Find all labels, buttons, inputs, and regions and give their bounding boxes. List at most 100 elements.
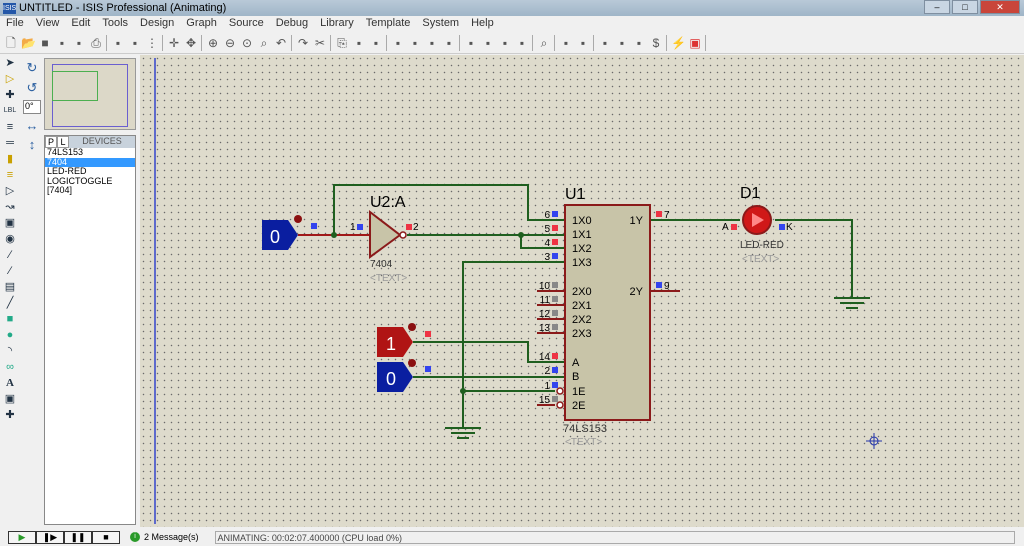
selection-mode-icon[interactable]: ➤ [3, 56, 17, 70]
menu-edit[interactable]: Edit [65, 16, 96, 31]
wire-label-icon[interactable]: LBL [3, 104, 17, 118]
menu-system[interactable]: System [416, 16, 465, 31]
cut-icon[interactable]: ✂ [313, 36, 327, 50]
block-move-icon[interactable]: ▪ [391, 36, 405, 50]
play-button[interactable]: ▶ [8, 530, 36, 544]
symbol-icon[interactable]: ▣ [3, 392, 17, 406]
paste-icon[interactable]: ▪ [352, 36, 366, 50]
box-icon[interactable]: ■ [3, 312, 17, 326]
rotate-clockwise-icon[interactable]: ↻ [27, 60, 38, 76]
menu-graph[interactable]: Graph [180, 16, 223, 31]
voltage-probe-icon[interactable]: ∕ [3, 248, 17, 262]
pan-icon[interactable]: ✥ [184, 36, 198, 50]
mode-toolbar: ➤ ▷ ✚ LBL ≡ ═ ▮ ≡ ▷ ↝ ▣ ◉ ∕ ∕ ▤ ╱ ■ ● ◝ … [0, 56, 20, 444]
view-rectangle[interactable] [52, 71, 98, 101]
toolbar-separator [459, 34, 461, 51]
stop-button[interactable]: ■ [92, 530, 120, 544]
property-tool-icon[interactable]: ▪ [559, 36, 573, 50]
rotation-angle-field[interactable]: 0° [23, 100, 41, 114]
virtual-instrument-icon[interactable]: ▤ [3, 280, 17, 294]
menu-file[interactable]: File [0, 16, 30, 31]
grid-icon[interactable]: ⋮ [145, 36, 159, 50]
device-pin-icon[interactable]: ▷ [3, 184, 17, 198]
pause-button[interactable]: ❚❚ [64, 530, 92, 544]
block-rotate-icon[interactable]: ▪ [408, 36, 422, 50]
marker-icon[interactable]: ✚ [3, 408, 17, 422]
text-icon[interactable]: A [3, 376, 17, 390]
origin-icon[interactable]: ✛ [167, 36, 181, 50]
menu-design[interactable]: Design [134, 16, 180, 31]
package-icon[interactable]: ▪ [481, 36, 495, 50]
search-icon[interactable]: ⌕ [537, 36, 551, 50]
erc-icon[interactable]: ⚡ [671, 36, 686, 50]
toolbar: 🗋 📂 ■ ▪ ▪ ⎙ ▪ ▪ ⋮ ✛ ✥ ⊕ ⊖ ⊙ ⌕ ↶ ↷ ✂ ⎘ ▪ ▪ ▪ ▪ ▪ ▪ ▪ ▪ ▪ ▪ ⌕ ▪ ▪ ▪ ▪ ▪ $ ⚡ ▣ [0, 32, 1024, 54]
refresh-icon[interactable]: ▪ [128, 36, 142, 50]
zoom-in-icon[interactable]: ⊕ [206, 36, 220, 50]
circle-icon[interactable]: ● [3, 328, 17, 342]
block-delete-icon[interactable]: ▪ [425, 36, 439, 50]
subcircuit-icon[interactable]: ▮ [3, 152, 17, 166]
terminal-icon[interactable]: ≡ [3, 168, 17, 182]
minimize-button[interactable]: – [924, 0, 950, 14]
toolbar-separator [593, 34, 595, 51]
redo-icon[interactable]: ↷ [296, 36, 310, 50]
close-button[interactable]: ✕ [980, 0, 1020, 14]
menu-library[interactable]: Library [314, 16, 360, 31]
zoom-area-icon[interactable]: ⌕ [257, 36, 271, 50]
import-icon[interactable]: ▪ [55, 36, 69, 50]
menu-source[interactable]: Source [223, 16, 270, 31]
menu-tools[interactable]: Tools [96, 16, 134, 31]
arc-icon[interactable]: ◝ [3, 344, 17, 358]
new-icon[interactable]: 🗋 [4, 36, 18, 50]
step-button[interactable]: ❚▶ [36, 530, 64, 544]
window-title: UNTITLED - ISIS Professional (Animating) [19, 2, 227, 14]
area-icon[interactable]: ▪ [111, 36, 125, 50]
zoom-all-icon[interactable]: ⊙ [240, 36, 254, 50]
print-icon[interactable]: ⎙ [89, 36, 103, 50]
zoom-out-icon[interactable]: ⊖ [223, 36, 237, 50]
graph-icon[interactable]: ↝ [3, 200, 17, 214]
copy-icon[interactable]: ⎘ [335, 36, 349, 50]
undo-icon[interactable]: ↶ [274, 36, 288, 50]
design-explorer-icon[interactable]: ▪ [576, 36, 590, 50]
current-probe-icon[interactable]: ∕ [3, 264, 17, 278]
decompose-icon[interactable]: ▪ [498, 36, 512, 50]
bus-icon[interactable]: ═ [3, 136, 17, 150]
pick-icon[interactable]: ▪ [442, 36, 456, 50]
mirror-horizontal-icon[interactable]: ↔ [26, 118, 39, 133]
tape-recorder-icon[interactable]: ▣ [3, 216, 17, 230]
save-icon[interactable]: ■ [38, 36, 52, 50]
menu-help[interactable]: Help [465, 16, 500, 31]
device-item[interactable]: [7404] [45, 185, 135, 196]
new-sheet-icon[interactable]: ▪ [598, 36, 612, 50]
menu-template[interactable]: Template [360, 16, 417, 31]
junction-icon[interactable]: ✚ [3, 88, 17, 102]
schematic-canvas[interactable] [140, 55, 1024, 527]
generator-icon[interactable]: ◉ [3, 232, 17, 246]
info-icon: i [130, 532, 140, 542]
mirror-vertical-icon[interactable]: ↕ [29, 137, 36, 152]
messages[interactable]: i 2 Message(s) [130, 532, 199, 542]
bom-icon[interactable]: $ [649, 36, 663, 50]
exit-parent-icon[interactable]: ▪ [632, 36, 646, 50]
menu-view[interactable]: View [30, 16, 66, 31]
toolbar-separator [666, 34, 668, 51]
make-device-icon[interactable]: ▪ [464, 36, 478, 50]
menu-debug[interactable]: Debug [270, 16, 314, 31]
maximize-button[interactable]: □ [952, 0, 978, 14]
device-selector: P L DEVICES 74LS153 7404 LED-RED LOGICTOGGL… [44, 135, 136, 525]
path-icon[interactable]: ∞ [3, 360, 17, 374]
wire-autoroute-icon[interactable]: ▪ [515, 36, 529, 50]
open-icon[interactable]: 📂 [21, 36, 36, 50]
block-copy-icon[interactable]: ▪ [369, 36, 383, 50]
export-icon[interactable]: ▪ [72, 36, 86, 50]
line-icon[interactable]: ╱ [3, 296, 17, 310]
remove-sheet-icon[interactable]: ▪ [615, 36, 629, 50]
overview-window[interactable] [44, 58, 136, 130]
netlist-ares-icon[interactable]: ▣ [688, 36, 702, 50]
toolbar-separator [201, 34, 203, 51]
simulation-status: ANIMATING: 00:02:07.400000 (CPU load 0%) [214, 530, 1015, 544]
component-mode-icon[interactable]: ▷ [3, 72, 17, 86]
rotate-anticlockwise-icon[interactable]: ↺ [27, 80, 38, 96]
text-script-icon[interactable]: ≡ [3, 120, 17, 134]
